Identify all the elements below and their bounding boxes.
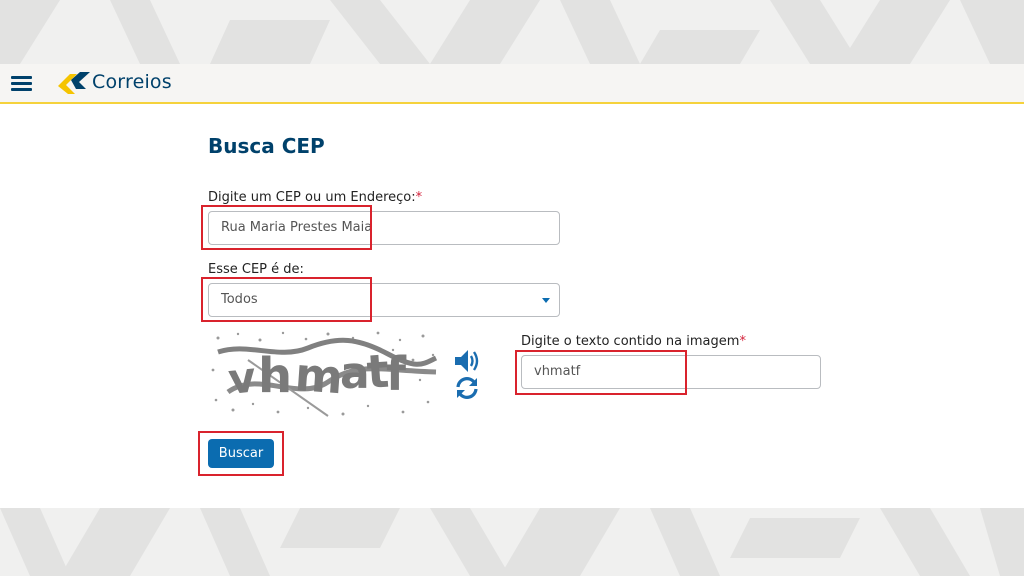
cep-type-label: Esse CEP é de: xyxy=(208,262,304,277)
speaker-icon[interactable] xyxy=(455,349,481,377)
cep-type-select[interactable]: Todos xyxy=(208,283,560,317)
cep-field-label: Digite um CEP ou um Endereço:* xyxy=(208,190,423,205)
buscar-button[interactable]: Buscar xyxy=(208,439,274,468)
top-navbar: Correios xyxy=(0,64,1024,104)
svg-text:m: m xyxy=(293,347,345,404)
refresh-icon[interactable] xyxy=(455,376,479,404)
decorative-pattern-top xyxy=(0,0,1024,64)
correios-logo-icon xyxy=(58,72,90,94)
page-title: Busca CEP xyxy=(208,134,325,158)
svg-text:v: v xyxy=(226,352,258,404)
captcha-image: v h m a t f xyxy=(208,330,440,418)
cep-address-input[interactable]: Rua Maria Prestes Maia xyxy=(208,211,560,245)
svg-text:f: f xyxy=(386,347,407,401)
decorative-pattern-bottom xyxy=(0,508,1024,576)
svg-text:h: h xyxy=(258,348,292,404)
hamburger-menu-icon[interactable] xyxy=(11,76,32,92)
captcha-field-label: Digite o texto contido na imagem* xyxy=(521,334,746,349)
brand-name: Correios xyxy=(92,71,172,93)
required-marker: * xyxy=(739,334,746,349)
cep-type-selected-value: Todos xyxy=(221,292,258,307)
chevron-down-icon xyxy=(542,298,550,303)
required-marker: * xyxy=(415,190,423,205)
captcha-input[interactable]: vhmatf xyxy=(521,355,821,389)
